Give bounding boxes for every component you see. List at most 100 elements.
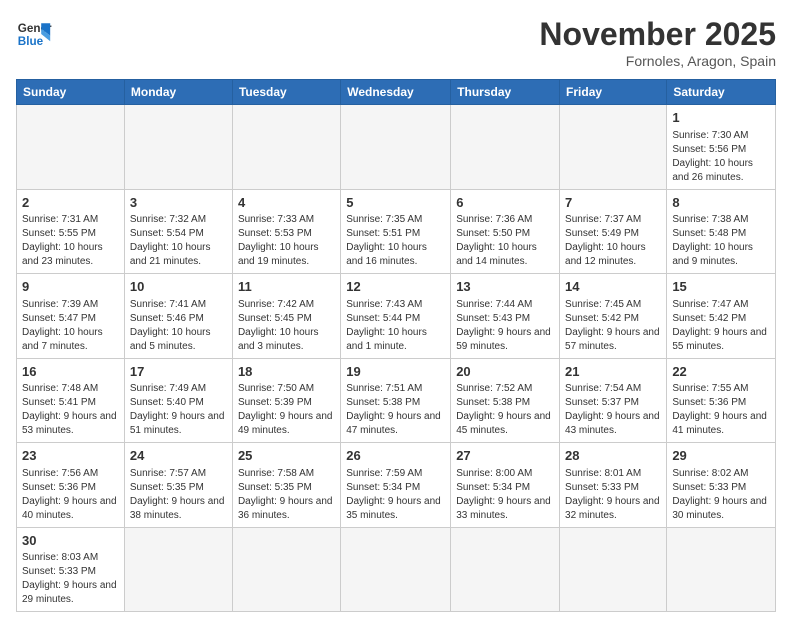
calendar-week-row: 16Sunrise: 7:48 AM Sunset: 5:41 PM Dayli…: [17, 358, 776, 443]
day-info: Sunrise: 7:38 AM Sunset: 5:48 PM Dayligh…: [672, 213, 770, 269]
day-number: 15: [672, 278, 770, 296]
calendar-week-row: 9 Sunrise: 7:39 AM Sunset: 5:47 PM Daylig…: [17, 274, 776, 359]
calendar-week-row: 30Sunrise: 8:03 AM Sunset: 5:33 PM Dayli…: [17, 527, 776, 612]
day-number: 11: [238, 278, 335, 296]
calendar-week-row: 2Sunrise: 7:31 AM Sunset: 5:55 PM Daylig…: [17, 189, 776, 274]
calendar-day-cell: 25 Sunrise: 7:58 AM Sunset: 5:35 PM Dayli…: [232, 443, 340, 528]
day-info: Sunrise: 7:30 AM Sunset: 5:56 PM Dayligh…: [672, 129, 770, 185]
day-number: 14: [565, 278, 661, 296]
location-subtitle: Fornoles, Aragon, Spain: [539, 53, 776, 69]
calendar-day-header: Tuesday: [232, 80, 340, 105]
calendar-day-cell: 10 Sunrise: 7:41 AM Sunset: 5:46 PM Dayli…: [124, 274, 232, 359]
day-info: Sunrise: 7:57 AM Sunset: 5:35 PM Dayligh…: [130, 467, 227, 523]
month-title: November 2025: [539, 16, 776, 53]
day-number: 20: [456, 363, 554, 381]
calendar-day-cell: 28 Sunrise: 8:01 AM Sunset: 5:33 PM Dayli…: [560, 443, 667, 528]
calendar-day-cell: [560, 527, 667, 612]
logo: General Blue: [16, 16, 52, 52]
day-info: Sunrise: 7:45 AM Sunset: 5:42 PM Dayligh…: [565, 298, 661, 354]
calendar-day-cell: [667, 527, 776, 612]
calendar-day-cell: 13Sunrise: 7:44 AM Sunset: 5:43 PM Dayli…: [451, 274, 560, 359]
day-number: 29: [672, 447, 770, 465]
day-info: Sunrise: 8:03 AM Sunset: 5:33 PM Dayligh…: [22, 551, 119, 607]
svg-text:Blue: Blue: [18, 35, 44, 48]
day-info: Sunrise: 7:44 AM Sunset: 5:43 PM Dayligh…: [456, 298, 554, 354]
calendar-day-cell: [451, 105, 560, 190]
day-number: 12: [346, 278, 445, 296]
day-info: Sunrise: 7:51 AM Sunset: 5:38 PM Dayligh…: [346, 382, 445, 438]
day-info: Sunrise: 7:49 AM Sunset: 5:40 PM Dayligh…: [130, 382, 227, 438]
day-number: 28: [565, 447, 661, 465]
day-info: Sunrise: 7:58 AM Sunset: 5:35 PM Dayligh…: [238, 467, 335, 523]
calendar-day-cell: [341, 105, 451, 190]
calendar-week-row: 23 Sunrise: 7:56 AM Sunset: 5:36 PM Dayli…: [17, 443, 776, 528]
calendar-day-cell: 4Sunrise: 7:33 AM Sunset: 5:53 PM Daylig…: [232, 189, 340, 274]
day-number: 3: [130, 194, 227, 212]
calendar-day-header: Thursday: [451, 80, 560, 105]
calendar-day-header: Wednesday: [341, 80, 451, 105]
day-number: 9: [22, 278, 119, 296]
day-info: Sunrise: 7:41 AM Sunset: 5:46 PM Dayligh…: [130, 298, 227, 354]
calendar-day-cell: 20Sunrise: 7:52 AM Sunset: 5:38 PM Dayli…: [451, 358, 560, 443]
header: General Blue November 2025 Fornoles, Ara…: [16, 16, 776, 69]
calendar-day-header: Saturday: [667, 80, 776, 105]
title-block: November 2025 Fornoles, Aragon, Spain: [539, 16, 776, 69]
calendar-day-cell: 26 Sunrise: 7:59 AM Sunset: 5:34 PM Dayli…: [341, 443, 451, 528]
day-number: 8: [672, 194, 770, 212]
day-number: 26: [346, 447, 445, 465]
day-number: 25: [238, 447, 335, 465]
day-info: Sunrise: 7:33 AM Sunset: 5:53 PM Dayligh…: [238, 213, 335, 269]
calendar-day-cell: 19Sunrise: 7:51 AM Sunset: 5:38 PM Dayli…: [341, 358, 451, 443]
calendar-day-cell: 12Sunrise: 7:43 AM Sunset: 5:44 PM Dayli…: [341, 274, 451, 359]
day-info: Sunrise: 7:39 AM Sunset: 5:47 PM Dayligh…: [22, 298, 119, 354]
calendar-day-header: Friday: [560, 80, 667, 105]
calendar-day-cell: 8Sunrise: 7:38 AM Sunset: 5:48 PM Daylig…: [667, 189, 776, 274]
calendar-day-cell: 27Sunrise: 8:00 AM Sunset: 5:34 PM Dayli…: [451, 443, 560, 528]
calendar-day-cell: 30Sunrise: 8:03 AM Sunset: 5:33 PM Dayli…: [17, 527, 125, 612]
day-number: 6: [456, 194, 554, 212]
calendar-day-cell: [124, 527, 232, 612]
calendar-week-row: 1 Sunrise: 7:30 AM Sunset: 5:56 PM Daylig…: [17, 105, 776, 190]
day-number: 30: [22, 532, 119, 550]
calendar-day-cell: 2Sunrise: 7:31 AM Sunset: 5:55 PM Daylig…: [17, 189, 125, 274]
calendar-day-header: Monday: [124, 80, 232, 105]
calendar-day-cell: 11Sunrise: 7:42 AM Sunset: 5:45 PM Dayli…: [232, 274, 340, 359]
day-number: 10: [130, 278, 227, 296]
day-number: 22: [672, 363, 770, 381]
calendar-day-cell: 21Sunrise: 7:54 AM Sunset: 5:37 PM Dayli…: [560, 358, 667, 443]
day-info: Sunrise: 7:48 AM Sunset: 5:41 PM Dayligh…: [22, 382, 119, 438]
calendar-day-cell: [232, 105, 340, 190]
day-info: Sunrise: 7:32 AM Sunset: 5:54 PM Dayligh…: [130, 213, 227, 269]
day-number: 18: [238, 363, 335, 381]
calendar-day-cell: [17, 105, 125, 190]
calendar-day-cell: 23 Sunrise: 7:56 AM Sunset: 5:36 PM Dayli…: [17, 443, 125, 528]
day-info: Sunrise: 7:31 AM Sunset: 5:55 PM Dayligh…: [22, 213, 119, 269]
calendar-day-cell: 16Sunrise: 7:48 AM Sunset: 5:41 PM Dayli…: [17, 358, 125, 443]
day-number: 17: [130, 363, 227, 381]
day-number: 7: [565, 194, 661, 212]
day-info: Sunrise: 7:54 AM Sunset: 5:37 PM Dayligh…: [565, 382, 661, 438]
day-number: 16: [22, 363, 119, 381]
day-number: 23: [22, 447, 119, 465]
day-number: 21: [565, 363, 661, 381]
day-number: 19: [346, 363, 445, 381]
day-info: Sunrise: 7:59 AM Sunset: 5:34 PM Dayligh…: [346, 467, 445, 523]
calendar-day-cell: 14 Sunrise: 7:45 AM Sunset: 5:42 PM Dayli…: [560, 274, 667, 359]
day-info: Sunrise: 8:02 AM Sunset: 5:33 PM Dayligh…: [672, 467, 770, 523]
day-info: Sunrise: 7:35 AM Sunset: 5:51 PM Dayligh…: [346, 213, 445, 269]
calendar-day-cell: [451, 527, 560, 612]
calendar-day-cell: 22Sunrise: 7:55 AM Sunset: 5:36 PM Dayli…: [667, 358, 776, 443]
day-info: Sunrise: 7:52 AM Sunset: 5:38 PM Dayligh…: [456, 382, 554, 438]
logo-icon: General Blue: [16, 16, 52, 52]
calendar-day-cell: 3Sunrise: 7:32 AM Sunset: 5:54 PM Daylig…: [124, 189, 232, 274]
calendar-day-cell: 5Sunrise: 7:35 AM Sunset: 5:51 PM Daylig…: [341, 189, 451, 274]
calendar-day-header: Sunday: [17, 80, 125, 105]
day-info: Sunrise: 7:55 AM Sunset: 5:36 PM Dayligh…: [672, 382, 770, 438]
day-info: Sunrise: 8:01 AM Sunset: 5:33 PM Dayligh…: [565, 467, 661, 523]
day-info: Sunrise: 7:56 AM Sunset: 5:36 PM Dayligh…: [22, 467, 119, 523]
page: General Blue November 2025 Fornoles, Ara…: [0, 0, 792, 622]
day-info: Sunrise: 7:47 AM Sunset: 5:42 PM Dayligh…: [672, 298, 770, 354]
day-number: 1: [672, 109, 770, 127]
calendar-day-cell: 17Sunrise: 7:49 AM Sunset: 5:40 PM Dayli…: [124, 358, 232, 443]
calendar-day-cell: 7Sunrise: 7:37 AM Sunset: 5:49 PM Daylig…: [560, 189, 667, 274]
